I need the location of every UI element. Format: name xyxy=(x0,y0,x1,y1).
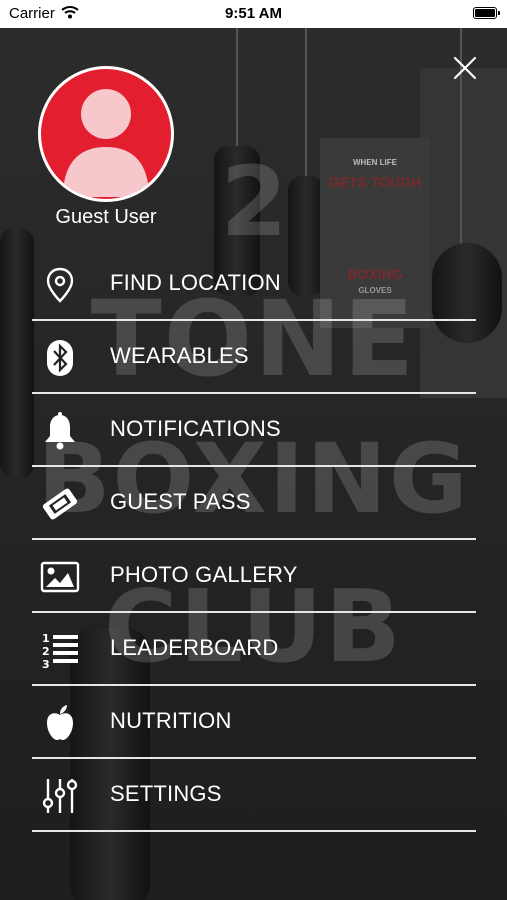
battery-icon xyxy=(473,7,500,19)
location-pin-icon xyxy=(40,265,80,305)
bluetooth-icon xyxy=(40,338,80,378)
sliders-icon xyxy=(40,776,80,816)
side-menu: FIND LOCATION WEARABLES NOTIFICATIONS GU… xyxy=(32,248,476,832)
bell-icon xyxy=(40,411,80,451)
menu-item-leaderboard[interactable]: 1 2 3 LEADERBOARD xyxy=(32,613,476,686)
ticket-icon xyxy=(40,484,80,524)
clock: 9:51 AM xyxy=(225,5,282,22)
menu-item-label: FIND LOCATION xyxy=(110,270,281,295)
menu-item-label: WEARABLES xyxy=(110,343,249,368)
bg-chain xyxy=(236,28,238,148)
menu-item-nutrition[interactable]: NUTRITION xyxy=(32,686,476,759)
menu-item-photo-gallery[interactable]: PHOTO GALLERY xyxy=(32,540,476,613)
apple-icon xyxy=(40,703,80,743)
menu-item-label: NOTIFICATIONS xyxy=(110,416,281,441)
menu-item-notifications[interactable]: NOTIFICATIONS xyxy=(32,394,476,467)
svg-text:2: 2 xyxy=(42,645,50,658)
profile-name: Guest User xyxy=(55,206,157,228)
menu-item-label: NUTRITION xyxy=(110,708,232,733)
user-silhouette-icon xyxy=(63,89,149,197)
avatar[interactable] xyxy=(38,66,174,202)
close-icon[interactable] xyxy=(452,55,478,81)
svg-text:3: 3 xyxy=(42,658,50,669)
svg-text:1: 1 xyxy=(42,632,50,645)
image-icon xyxy=(40,557,80,597)
menu-item-label: GUEST PASS xyxy=(110,489,251,514)
menu-item-settings[interactable]: SETTINGS xyxy=(32,759,476,832)
status-bar: Carrier 9:51 AM xyxy=(0,0,507,28)
menu-item-label: SETTINGS xyxy=(110,781,222,806)
menu-item-label: LEADERBOARD xyxy=(110,635,279,660)
menu-item-label: PHOTO GALLERY xyxy=(110,562,298,587)
numbered-list-icon: 1 2 3 xyxy=(40,630,80,670)
menu-item-guest-pass[interactable]: GUEST PASS xyxy=(32,467,476,540)
menu-item-wearables[interactable]: WEARABLES xyxy=(32,321,476,394)
menu-item-find-location[interactable]: FIND LOCATION xyxy=(32,248,476,321)
